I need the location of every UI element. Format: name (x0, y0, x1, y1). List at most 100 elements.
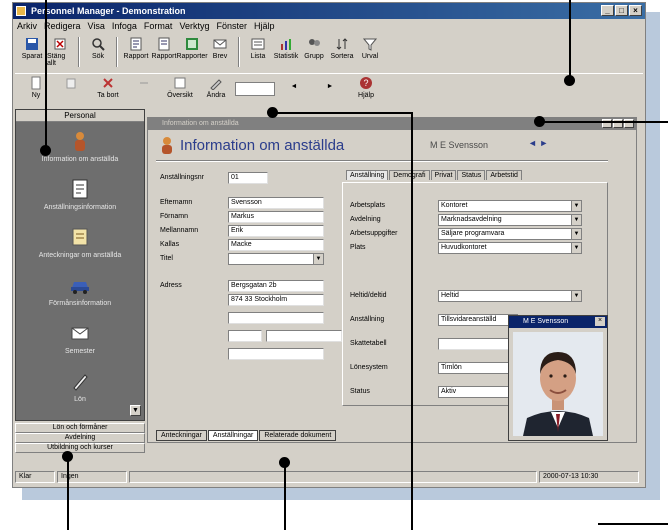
sidebar-item-salary[interactable]: Lön (16, 362, 144, 410)
middle-name-label: Mellannamn (160, 227, 199, 234)
sidebar-item-employee-info[interactable]: Information om anställda (16, 122, 144, 170)
undo-button[interactable] (127, 74, 161, 108)
save-button[interactable]: Sparat (19, 35, 45, 69)
tab-working-hours[interactable]: Arbetstid (486, 170, 522, 180)
callout-line (67, 456, 69, 530)
workplace-select[interactable]: Kontoret ▼ (438, 200, 582, 212)
title-bar[interactable]: Personnel Manager - Demonstration _ □ × (13, 3, 645, 19)
duties-select[interactable]: Säljare programvara ▼ (438, 228, 582, 240)
address-line-3-field[interactable] (228, 312, 324, 324)
photo-window-title-bar[interactable]: M E Svensson × (509, 316, 607, 328)
notes-icon (72, 228, 88, 245)
menu-format[interactable]: Format (144, 19, 173, 34)
tab-employment[interactable]: Anställning (346, 170, 389, 180)
report-button-2[interactable]: Rapport (151, 35, 177, 69)
sidebar-group-salary-benefits[interactable]: Lön och förmåner (15, 423, 145, 433)
statistics-label: Statistik (273, 53, 299, 60)
first-name-field[interactable]: Markus (228, 211, 324, 223)
copy-button[interactable] (55, 74, 89, 108)
full-time-select[interactable]: Heltid ▼ (438, 290, 582, 302)
letter-button[interactable]: Brev (207, 35, 233, 69)
salary-system-select[interactable]: Timlön (438, 362, 518, 374)
list-button[interactable]: Lista (245, 35, 271, 69)
last-name-field[interactable]: Svensson (228, 197, 324, 209)
chevron-down-icon[interactable]: ▼ (571, 229, 581, 239)
sidebar-item-employee-notes[interactable]: Anteckningar om anställda (16, 218, 144, 266)
postal-code-field[interactable] (228, 330, 262, 342)
minimize-button[interactable]: _ (601, 5, 614, 16)
next-record-button[interactable]: ► (313, 74, 347, 108)
toolbar-separator (78, 37, 80, 67)
maximize-button[interactable]: □ (615, 5, 628, 16)
middle-name-field[interactable]: Erik (228, 225, 324, 237)
chevron-down-icon[interactable]: ▼ (571, 215, 581, 225)
full-time-label: Heltid/deltid (350, 292, 387, 299)
status-bar: Klar Ingen 2000-07-13 10:30 (13, 469, 645, 485)
page-heading: Information om anställda (160, 136, 344, 154)
menu-view[interactable]: Visa (88, 19, 105, 34)
sidebar-header[interactable]: Personal (16, 110, 144, 122)
sidebar-item-vacation[interactable]: Semester (16, 314, 144, 362)
nickname-field[interactable]: Macke (228, 239, 324, 251)
tab-status[interactable]: Status (457, 170, 486, 180)
employee-number-field[interactable]: 01 (228, 172, 268, 184)
group-icon (309, 39, 320, 46)
search-label: Sök (91, 53, 105, 60)
address-line-2-field[interactable]: 874 33 Stockholm (228, 294, 324, 306)
menu-help[interactable]: Hjälp (254, 19, 275, 34)
country-field[interactable] (228, 348, 324, 360)
close-button[interactable]: × (629, 5, 642, 16)
report-button[interactable]: Rapport (123, 35, 149, 69)
tab-employments[interactable]: Anställningar (207, 430, 259, 441)
location-select[interactable]: Huvudkontoret ▼ (438, 242, 582, 254)
tab-related-documents[interactable]: Relaterade dokument (259, 430, 337, 441)
tax-table-field[interactable] (438, 338, 518, 350)
sidebar-scroll-down-button[interactable]: ▼ (130, 405, 141, 416)
overview-button[interactable]: Översikt (163, 74, 197, 108)
chevron-down-icon[interactable]: ▼ (571, 291, 581, 301)
chevron-down-icon[interactable]: ▼ (571, 243, 581, 253)
menu-file[interactable]: Arkiv (17, 19, 37, 34)
menu-window[interactable]: Fönster (216, 19, 247, 34)
callout-line (539, 121, 668, 123)
sort-button[interactable]: Sortera (329, 35, 355, 69)
menu-insert[interactable]: Infoga (112, 19, 137, 34)
page-title: Information om anställda (180, 136, 345, 154)
sidebar-item-benefits[interactable]: Förmånsinformation (16, 266, 144, 314)
letter-icon (213, 39, 227, 49)
menu-edit[interactable]: Redigera (44, 19, 81, 34)
city-field[interactable] (266, 330, 342, 342)
tab-notes[interactable]: Anteckningar (156, 430, 207, 441)
previous-record-button[interactable]: ◄ (277, 74, 311, 108)
tab-private[interactable]: Privat (430, 170, 457, 180)
record-navigation-field[interactable] (235, 82, 275, 96)
callout-marker (62, 451, 73, 462)
employment-type-select[interactable]: Tillsvidareanställd (438, 314, 518, 326)
delete-button[interactable]: Ta bort (91, 74, 125, 108)
sidebar-group-training[interactable]: Utbildning och kurser (15, 443, 145, 453)
department-select[interactable]: Marknadsavdelning ▼ (438, 214, 582, 226)
chevron-down-icon[interactable]: ▼ (571, 201, 581, 211)
title-select[interactable]: ▼ (228, 253, 324, 265)
sidebar-item-employment-info[interactable]: Anställningsinformation (16, 170, 144, 218)
search-button[interactable]: Sök (85, 35, 111, 69)
statistics-button[interactable]: Statistik (273, 35, 299, 69)
tab-demographics[interactable]: Demografi (389, 170, 430, 180)
reports-button[interactable]: Rapporter (176, 35, 208, 69)
filter-button[interactable]: Urval (357, 35, 383, 69)
new-button[interactable]: Ny (19, 74, 53, 108)
record-nav-arrows[interactable]: ◄ ► (528, 138, 548, 148)
address-line-1-field[interactable]: Bergsgatan 2b (228, 280, 324, 292)
status-select[interactable]: Aktiv (438, 386, 518, 398)
sidebar-group-department[interactable]: Avdelning (15, 433, 145, 443)
group-button[interactable]: Grupp (301, 35, 327, 69)
help-button[interactable]: ? Hjälp (349, 74, 383, 108)
edit-button[interactable]: Ändra (199, 74, 233, 108)
close-all-button[interactable]: Stäng allt (47, 35, 73, 69)
chevron-down-icon[interactable]: ▼ (313, 254, 323, 264)
menu-tools[interactable]: Verktyg (179, 19, 209, 34)
child-window-title-bar[interactable]: Information om anställda (148, 118, 636, 130)
photo-close-button[interactable]: × (595, 317, 605, 326)
status-ready: Klar (15, 471, 55, 483)
close-all-icon (54, 38, 66, 50)
